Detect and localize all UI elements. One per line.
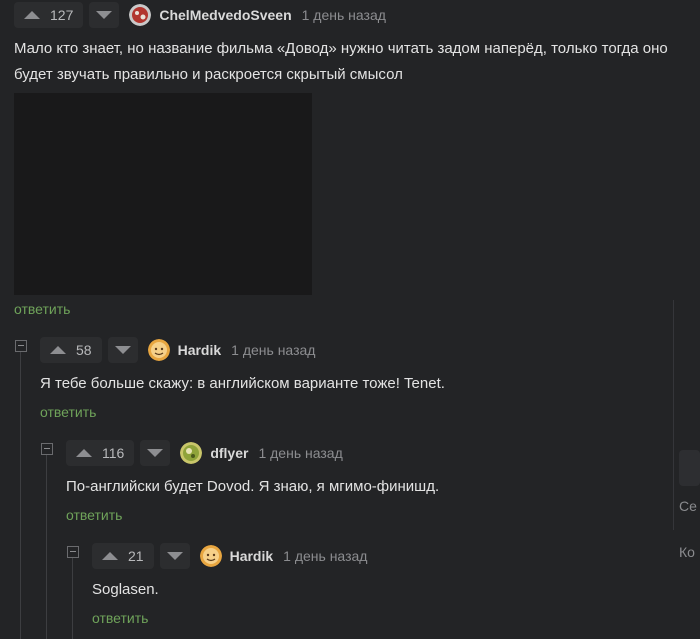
timestamp: 1 день назад <box>301 7 386 23</box>
reply-link[interactable]: ответить <box>92 610 148 626</box>
rating-count: 21 <box>128 548 144 564</box>
comment-text-line: Мало кто знает, но название фильма «Дово… <box>14 40 668 57</box>
username[interactable]: Hardik <box>230 548 274 564</box>
rating-count: 127 <box>50 7 74 23</box>
collapse-toggle[interactable] <box>41 443 53 455</box>
sidebar-button[interactable] <box>679 450 700 486</box>
rating-box: 127 <box>14 2 84 28</box>
comment-meta: 127 ChelMedvedoSveen 1 день назад <box>14 2 386 28</box>
username[interactable]: dflyer <box>210 445 248 461</box>
sidebar-text: Ко <box>679 544 695 560</box>
comment-text: Мало кто знает, но название фильма «Дово… <box>14 36 694 88</box>
vote-down-button[interactable] <box>89 2 120 28</box>
thread-line <box>20 352 21 639</box>
vote-down-icon[interactable] <box>166 552 183 560</box>
comment-text: По-английски будет Dovod. Я знаю, я мгим… <box>66 478 440 495</box>
vote-down-icon[interactable] <box>114 346 131 354</box>
avatar-green-icon[interactable] <box>180 442 203 464</box>
reply-link[interactable]: ответить <box>40 404 96 420</box>
avatar-red-icon[interactable] <box>129 4 152 26</box>
vote-down-icon[interactable] <box>96 11 113 19</box>
comment-image[interactable] <box>14 93 312 295</box>
collapse-toggle[interactable] <box>15 340 27 352</box>
comment-text: Я тебе больше скажу: в английском вариан… <box>40 375 445 392</box>
timestamp: 1 день назад <box>283 548 368 564</box>
rating-box: 21 <box>92 543 154 569</box>
vote-down-button[interactable] <box>140 440 171 466</box>
rating-count: 116 <box>102 445 125 461</box>
comment-text-line: будет звучать правильно и раскроется скр… <box>14 66 403 83</box>
rating-box: 116 <box>66 440 135 466</box>
vote-up-icon[interactable] <box>76 449 92 457</box>
vote-up-icon[interactable] <box>24 11 40 19</box>
comment-text: Soglasen. <box>92 581 159 598</box>
collapse-toggle[interactable] <box>67 546 79 558</box>
thread-line <box>46 455 47 639</box>
comment-meta: 58 Hardik 1 день назад <box>40 337 315 363</box>
sidebar-text: Се <box>679 498 697 514</box>
avatar-smiley-icon[interactable] <box>199 545 222 567</box>
comment-meta: 116 dflyer 1 день назад <box>66 440 343 466</box>
comment-meta: 21 Hardik 1 день назад <box>92 543 367 569</box>
vote-down-button[interactable] <box>107 337 138 363</box>
timestamp: 1 день назад <box>258 445 343 461</box>
username[interactable]: Hardik <box>178 342 222 358</box>
vote-up-icon[interactable] <box>102 552 118 560</box>
sidebar-divider <box>673 300 674 530</box>
thread-line <box>72 558 73 639</box>
sidebar-edge: Се Ко <box>673 300 700 639</box>
vote-up-icon[interactable] <box>50 346 66 354</box>
rating-count: 58 <box>76 342 92 358</box>
vote-down-button[interactable] <box>159 543 190 569</box>
username[interactable]: ChelMedvedoSveen <box>159 7 291 23</box>
rating-box: 58 <box>40 337 102 363</box>
comments-page: 127 ChelMedvedoSveen 1 день назад Мало к… <box>0 0 700 639</box>
avatar-smiley-icon[interactable] <box>147 339 170 361</box>
reply-link[interactable]: ответить <box>66 507 122 523</box>
timestamp: 1 день назад <box>231 342 316 358</box>
vote-down-icon[interactable] <box>147 449 164 457</box>
reply-link[interactable]: ответить <box>14 301 70 317</box>
